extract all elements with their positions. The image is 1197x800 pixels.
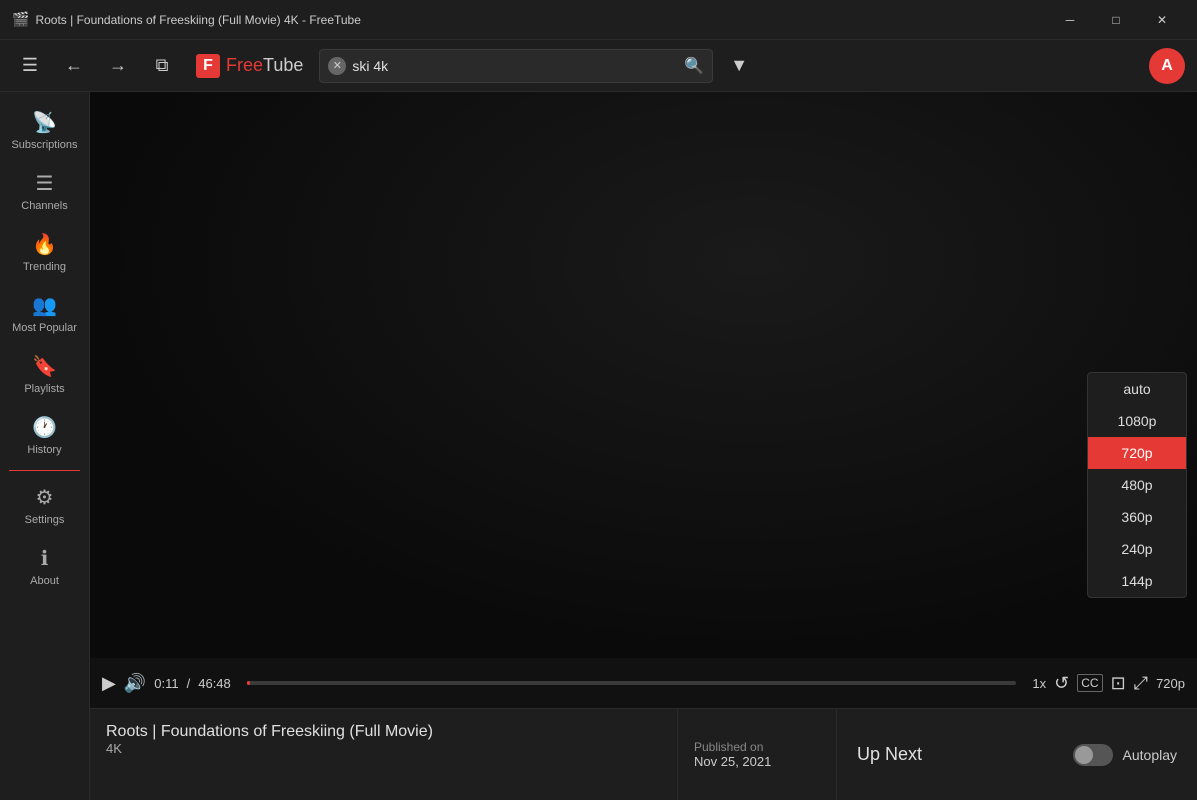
toolbar: ☰ ← → ⧉ F FreeTube ✕ ski 4k 🔍 ▼ A: [0, 40, 1197, 92]
hamburger-menu-button[interactable]: ☰: [12, 48, 48, 84]
sidebar-item-label: Settings: [25, 514, 65, 526]
video-info: Roots | Foundations of Freeskiing (Full …: [90, 709, 677, 800]
quality-option-auto[interactable]: auto: [1088, 373, 1186, 405]
quality-option-480p[interactable]: 480p: [1088, 469, 1186, 501]
subscriptions-icon: 📡: [32, 110, 57, 135]
app-icon: 🎬: [12, 11, 29, 28]
avatar-button[interactable]: A: [1149, 48, 1185, 84]
replay-icon: ↺: [1054, 673, 1069, 694]
video-duration: 46:48: [198, 676, 231, 691]
settings-icon: ⚙: [36, 485, 54, 510]
quality-option-360p[interactable]: 360p: [1088, 501, 1186, 533]
miniplayer-button[interactable]: ⊡: [1111, 673, 1126, 694]
sidebar-item-subscriptions[interactable]: 📡 Subscriptions: [0, 100, 89, 161]
time-separator: /: [187, 676, 191, 691]
video-subtitle: 4K: [106, 741, 661, 756]
minimize-button[interactable]: ─: [1047, 0, 1093, 40]
copy-icon: ⧉: [156, 55, 169, 76]
search-clear-button[interactable]: ✕: [328, 57, 346, 75]
quality-display-button[interactable]: 720p: [1156, 676, 1185, 691]
search-input[interactable]: ski 4k: [352, 58, 678, 74]
volume-button[interactable]: 🔊: [124, 673, 146, 694]
copy-url-button[interactable]: ⧉: [144, 48, 180, 84]
logo-tube: Tube: [263, 55, 303, 75]
sidebar-item-label: Channels: [21, 200, 67, 212]
sidebar-item-playlists[interactable]: 🔖 Playlists: [0, 344, 89, 405]
channels-icon: ☰: [36, 171, 54, 196]
filter-icon: ▼: [730, 55, 748, 76]
back-button[interactable]: ←: [56, 48, 92, 84]
sidebar-item-history[interactable]: 🕐 History: [0, 405, 89, 466]
sidebar-item-label: Subscriptions: [11, 139, 77, 151]
quality-option-720p[interactable]: 720p: [1088, 437, 1186, 469]
maximize-button[interactable]: □: [1093, 0, 1139, 40]
video-controls: ▶ 🔊 0:11 / 46:48 1x ↺ CC ⊡: [90, 658, 1197, 708]
replay-button[interactable]: ↺: [1054, 673, 1069, 694]
video-player[interactable]: auto 1080p 720p 480p 360p 240p 144p: [90, 92, 1197, 658]
published-label: Published on: [694, 740, 763, 754]
fullscreen-button[interactable]: ⤢: [1134, 673, 1148, 694]
playlists-icon: 🔖: [32, 354, 57, 379]
content-area: auto 1080p 720p 480p 360p 240p 144p ▶ 🔊 …: [90, 92, 1197, 800]
sidebar-item-label: About: [30, 575, 59, 587]
history-icon: 🕐: [32, 415, 57, 440]
window-controls: ─ □ ✕: [1047, 0, 1185, 40]
quality-menu: auto 1080p 720p 480p 360p 240p 144p: [1087, 372, 1187, 598]
sidebar-item-trending[interactable]: 🔥 Trending: [0, 222, 89, 283]
close-button[interactable]: ✕: [1139, 0, 1185, 40]
main-layout: 📡 Subscriptions ☰ Channels 🔥 Trending 👥 …: [0, 92, 1197, 800]
logo-text: FreeTube: [226, 55, 303, 76]
sidebar-item-channels[interactable]: ☰ Channels: [0, 161, 89, 222]
sidebar-divider: [9, 470, 80, 471]
fullscreen-icon: ⤢: [1134, 673, 1148, 694]
logo: F FreeTube: [196, 54, 303, 78]
play-icon: ▶: [102, 673, 116, 694]
about-icon: ℹ: [41, 546, 49, 571]
sidebar-item-about[interactable]: ℹ About: [0, 536, 89, 597]
back-icon: ←: [65, 55, 83, 76]
video-display: auto 1080p 720p 480p 360p 240p 144p: [90, 92, 1197, 658]
sidebar-item-label: Trending: [23, 261, 66, 273]
window-title: Roots | Foundations of Freeskiing (Full …: [35, 13, 1047, 27]
sidebar-item-most-popular[interactable]: 👥 Most Popular: [0, 283, 89, 344]
sidebar-item-label: Playlists: [24, 383, 64, 395]
current-time: 0:11: [154, 676, 178, 691]
video-title: Roots | Foundations of Freeskiing (Full …: [106, 723, 661, 741]
progress-bar[interactable]: [247, 681, 1017, 685]
up-next-label: Up Next: [857, 744, 922, 765]
trending-icon: 🔥: [32, 232, 57, 257]
play-pause-button[interactable]: ▶: [102, 673, 116, 694]
title-bar: 🎬 Roots | Foundations of Freeskiing (Ful…: [0, 0, 1197, 40]
quality-option-1080p[interactable]: 1080p: [1088, 405, 1186, 437]
forward-icon: →: [109, 55, 127, 76]
speed-button[interactable]: 1x: [1032, 676, 1046, 691]
progress-fill: [247, 681, 250, 685]
autoplay-label: Autoplay: [1123, 747, 1177, 763]
sidebar-item-label: History: [27, 444, 61, 456]
search-icon[interactable]: 🔍: [684, 56, 704, 76]
published-date: Nov 25, 2021: [694, 754, 771, 769]
sidebar: 📡 Subscriptions ☰ Channels 🔥 Trending 👥 …: [0, 92, 90, 800]
forward-button[interactable]: →: [100, 48, 136, 84]
up-next-panel: Up Next Autoplay: [837, 709, 1197, 800]
video-bottom-bar: Roots | Foundations of Freeskiing (Full …: [90, 708, 1197, 800]
most-popular-icon: 👥: [32, 293, 57, 318]
video-meta: Published on Nov 25, 2021: [677, 709, 837, 800]
captions-icon: CC: [1081, 676, 1098, 690]
sidebar-item-settings[interactable]: ⚙ Settings: [0, 475, 89, 536]
filter-button[interactable]: ▼: [721, 48, 757, 84]
quality-option-144p[interactable]: 144p: [1088, 565, 1186, 597]
quality-option-240p[interactable]: 240p: [1088, 533, 1186, 565]
sidebar-item-label: Most Popular: [12, 322, 77, 334]
logo-icon: F: [196, 54, 220, 78]
hamburger-icon: ☰: [22, 55, 38, 76]
search-bar[interactable]: ✕ ski 4k 🔍: [319, 49, 713, 83]
miniplayer-icon: ⊡: [1111, 673, 1126, 694]
autoplay-toggle[interactable]: [1073, 744, 1113, 766]
volume-icon: 🔊: [124, 673, 146, 694]
logo-free: Free: [226, 55, 263, 75]
autoplay-area: Autoplay: [1073, 744, 1177, 766]
right-controls: 1x ↺ CC ⊡ ⤢ 720p: [1032, 673, 1185, 694]
captions-button[interactable]: CC: [1077, 674, 1102, 692]
